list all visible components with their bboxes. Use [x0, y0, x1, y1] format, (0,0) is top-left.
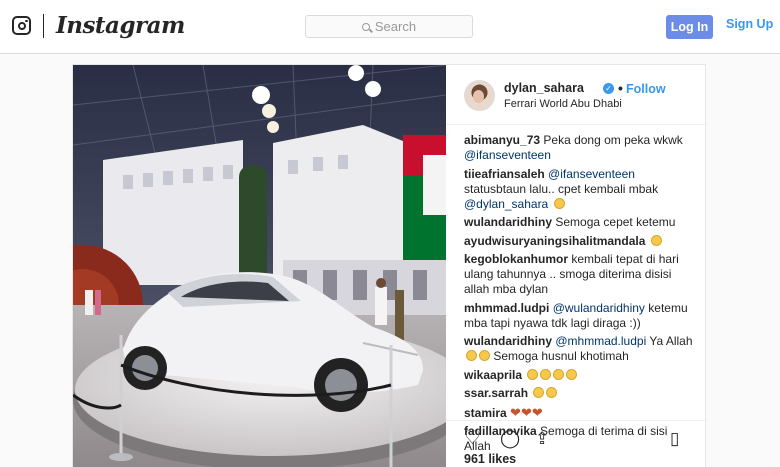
comment-username[interactable]: wulandaridhiny: [464, 334, 552, 348]
follow-button[interactable]: Follow: [626, 82, 666, 96]
comment-mention[interactable]: @mhmmad.ludpi: [555, 334, 646, 348]
comment-username[interactable]: mhmmad.ludpi: [464, 301, 549, 315]
likes-count[interactable]: 961 likes: [464, 452, 516, 466]
post-card: dylan_sahara ✓ • Follow Ferrari World Ab…: [72, 64, 707, 467]
comment-text: Semoga husnul khotimah: [493, 349, 629, 363]
comment-username[interactable]: stamira: [464, 406, 507, 420]
comment-item: ayudwisuryaningsihalitmandala: [464, 234, 696, 249]
post-actions: ♡ ◯ ⇪ ▯: [446, 420, 707, 450]
comment-item: wulandaridhiny @mhmmad.ludpi Ya Allah Se…: [464, 334, 696, 364]
bookmark-icon[interactable]: ▯: [670, 429, 679, 448]
instagram-wordmark[interactable]: Instagram: [56, 12, 185, 39]
top-navbar: Instagram Search Log In Sign Up: [0, 0, 780, 54]
comment-item: tiieafriansaleh @ifanseventeen statusbta…: [464, 167, 696, 212]
comment-item: ssar.sarrah: [464, 386, 696, 401]
post-location[interactable]: Ferrari World Abu Dhabi: [504, 98, 622, 110]
crying-emoji-icon: [466, 350, 477, 361]
comment-username[interactable]: kegoblokanhumor: [464, 252, 568, 266]
verified-badge-icon: ✓: [603, 83, 614, 94]
heart-emoji-icon: ❤❤❤: [510, 404, 543, 420]
comment-item: stamira ❤❤❤: [464, 405, 696, 421]
comment-username[interactable]: abimanyu_73: [464, 133, 540, 147]
comment-text: statusbtaun lalu.. cpet kembali mbak: [464, 181, 659, 196]
post-header: dylan_sahara ✓ • Follow Ferrari World Ab…: [446, 65, 707, 125]
crying-emoji-icon: [527, 368, 539, 380]
login-button[interactable]: Log In: [666, 15, 713, 39]
crying-emoji-icon: [566, 368, 578, 380]
comment-username[interactable]: ayudwisuryaningsihalitmandala: [464, 234, 645, 248]
comment-icon[interactable]: ◯: [500, 429, 520, 448]
header-separator: •: [618, 80, 623, 96]
search-placeholder: Search: [374, 19, 417, 34]
post-photo[interactable]: [73, 65, 446, 467]
comment-item: wulandaridhiny Semoga cepet ketemu: [464, 215, 696, 230]
crying-emoji-icon: [533, 387, 545, 398]
comment-item: wikaaprila: [464, 368, 696, 383]
crying-emoji-icon: [553, 368, 565, 380]
comment-text: Peka dong om peka wkwk: [543, 133, 683, 147]
comment-username[interactable]: wikaaprila: [464, 368, 522, 382]
comment-mention[interactable]: @ifanseventeen: [464, 148, 551, 162]
crying-emoji-icon: [546, 387, 558, 398]
instagram-logo-icon[interactable]: [12, 16, 31, 35]
comment-mention[interactable]: @wulandaridhiny: [553, 301, 645, 315]
comments-list: abimanyu_73 Peka dong om peka wkwk @ifan…: [464, 133, 696, 458]
search-input[interactable]: Search: [305, 15, 473, 38]
comment-item: kegoblokanhumor kembali tepat di hari ul…: [464, 252, 696, 297]
comment-username[interactable]: wulandaridhiny: [464, 215, 552, 229]
comment-item: abimanyu_73 Peka dong om peka wkwk @ifan…: [464, 133, 696, 163]
comment-mention[interactable]: @dylan_sahara: [464, 197, 548, 211]
post-sidebar: dylan_sahara ✓ • Follow Ferrari World Ab…: [446, 65, 707, 467]
crying-emoji-icon: [650, 234, 662, 246]
crying-emoji-icon: [540, 368, 552, 380]
ferrari-photo-image: [73, 65, 446, 467]
crying-emoji-icon: [553, 197, 565, 209]
logo-divider: [43, 14, 44, 38]
share-icon[interactable]: ⇪: [535, 429, 549, 448]
heart-icon[interactable]: ♡: [464, 429, 481, 448]
comment-item: mhmmad.ludpi @wulandaridhiny ketemu mba …: [464, 301, 696, 331]
comment-username[interactable]: tiieafriansaleh: [464, 167, 545, 181]
comment-mention[interactable]: @ifanseventeen: [548, 167, 635, 181]
comment-text: Ya Allah: [649, 334, 693, 348]
post-username[interactable]: dylan_sahara: [504, 81, 584, 95]
signup-link[interactable]: Sign Up: [726, 17, 773, 31]
search-icon: [361, 22, 370, 31]
comment-username[interactable]: ssar.sarrah: [464, 386, 528, 400]
avatar[interactable]: [464, 80, 495, 111]
comment-text: Semoga cepet ketemu: [555, 215, 676, 229]
crying-emoji-icon: [479, 350, 490, 361]
